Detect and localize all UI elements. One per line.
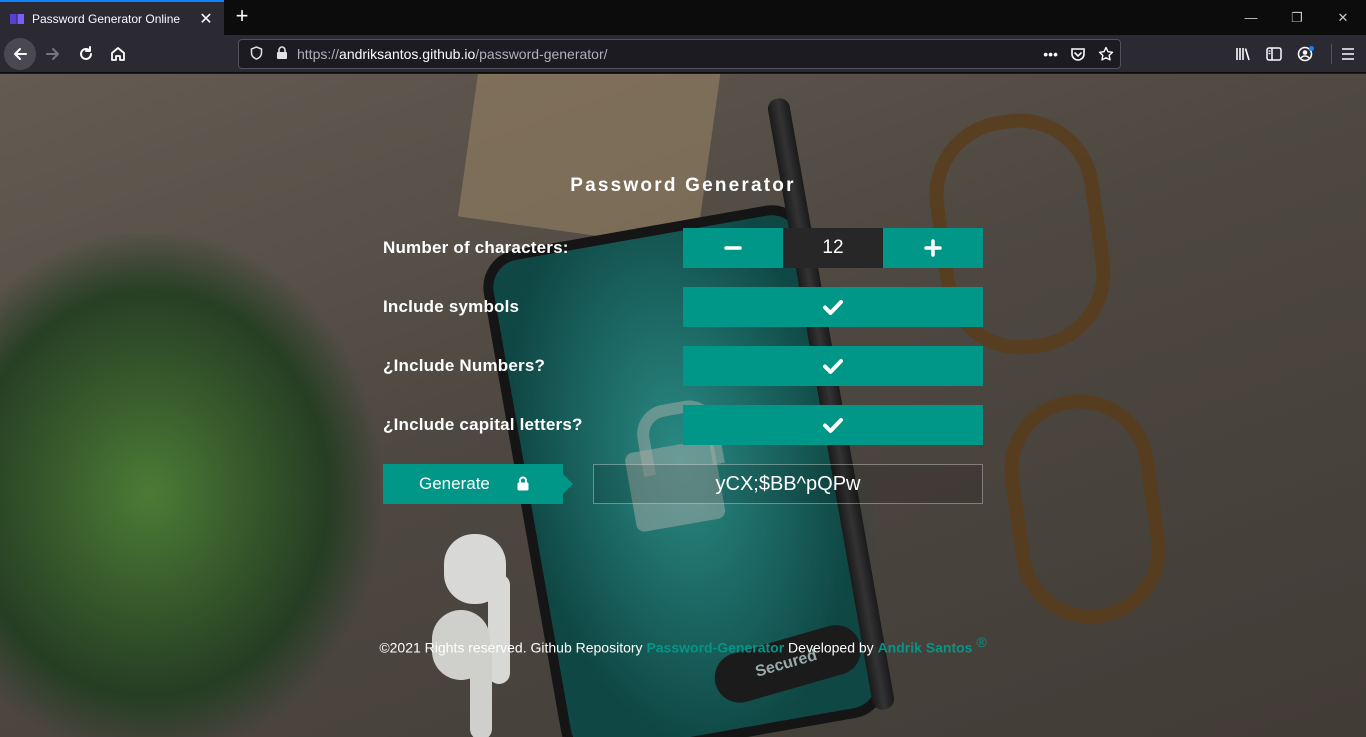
repository-link[interactable]: Password-Generator <box>646 640 784 656</box>
minus-icon <box>724 246 742 250</box>
url-host: andriksantos.github.io <box>339 46 476 62</box>
length-value: 12 <box>783 228 883 268</box>
numbers-label: ¿Include Numbers? <box>383 356 546 375</box>
generate-button[interactable]: Generate <box>383 464 573 504</box>
library-button[interactable] <box>1228 38 1258 70</box>
restore-button[interactable]: ❐ <box>1274 0 1320 35</box>
symbols-toggle[interactable] <box>683 287 983 327</box>
new-tab-button[interactable]: + <box>232 5 252 29</box>
forward-button[interactable] <box>37 38 69 70</box>
account-button[interactable] <box>1291 38 1321 70</box>
site-favicon-icon <box>10 13 24 25</box>
length-label: Number of characters: <box>383 238 569 257</box>
numbers-row: ¿Include Numbers? <box>383 346 983 386</box>
length-stepper: 12 <box>683 228 983 268</box>
bookmark-star-icon[interactable] <box>1098 46 1114 62</box>
capitals-row: ¿Include capital letters? <box>383 405 983 445</box>
toolbar-separator <box>1331 44 1332 64</box>
lock-icon <box>517 476 529 491</box>
increase-length-button[interactable] <box>883 228 983 268</box>
capitals-label: ¿Include capital letters? <box>383 415 583 434</box>
registered-mark: ® <box>976 634 987 650</box>
decrease-length-button[interactable] <box>683 228 783 268</box>
symbols-control <box>683 287 983 327</box>
check-icon <box>823 418 843 433</box>
footer-copyright: ©2021 Rights reserved. Github Repository <box>379 639 647 656</box>
footer-developed-by: Developed by <box>784 639 878 656</box>
tab-active[interactable]: Password Generator Online ✕ <box>0 0 224 35</box>
footer: ©2021 Rights reserved. Github Repository… <box>0 634 1366 656</box>
tab-close-icon[interactable]: ✕ <box>198 9 214 29</box>
phone-secured-label: Secured <box>708 619 867 709</box>
home-icon <box>111 47 125 61</box>
sidebar-icon <box>1266 47 1282 61</box>
menu-icon <box>1342 48 1354 60</box>
url-text[interactable]: https://andriksantos.github.io/password-… <box>297 46 608 62</box>
sidebar-button[interactable] <box>1259 38 1289 70</box>
url-path: /password-generator/ <box>475 46 608 62</box>
url-protocol: https:// <box>297 46 340 62</box>
minimize-icon: — <box>1244 10 1258 25</box>
back-button[interactable] <box>4 38 36 70</box>
close-window-button[interactable]: ✕ <box>1320 0 1366 35</box>
check-icon <box>823 300 843 315</box>
page-actions-icon[interactable]: ••• <box>1043 46 1058 62</box>
author-link[interactable]: Andrik Santos <box>878 640 973 656</box>
numbers-control <box>683 346 983 386</box>
pocket-icon[interactable] <box>1070 47 1086 62</box>
tab-bar: Password Generator Online ✕ + — ❐ ✕ <box>0 0 1366 35</box>
forward-arrow-icon <box>46 48 59 60</box>
password-output[interactable]: yCX;$BB^pQPw <box>593 464 983 504</box>
library-icon <box>1236 48 1250 61</box>
back-arrow-icon <box>14 48 27 60</box>
plus-icon <box>924 239 942 257</box>
symbols-row: Include symbols <box>383 287 983 327</box>
symbols-label: Include symbols <box>383 297 520 316</box>
glasses-lens-decoration <box>994 384 1176 634</box>
reload-button[interactable] <box>70 38 102 70</box>
home-button[interactable] <box>102 38 134 70</box>
length-row: Number of characters: 12 <box>383 228 983 268</box>
earbud-decoration <box>444 534 510 684</box>
account-icon <box>1297 46 1314 62</box>
page-title: Password Generator <box>570 175 796 196</box>
reload-icon <box>80 46 92 60</box>
restore-icon: ❐ <box>1291 9 1303 25</box>
minimize-button[interactable]: — <box>1228 0 1274 35</box>
close-icon: ✕ <box>1337 9 1349 25</box>
navigation-toolbar: https://andriksantos.github.io/password-… <box>0 35 1366 73</box>
capitals-control <box>683 405 983 445</box>
plant-decoration <box>0 234 380 737</box>
menu-button[interactable] <box>1333 38 1363 70</box>
capitals-toggle[interactable] <box>683 405 983 445</box>
shield-icon[interactable] <box>247 45 265 63</box>
tab-title: Password Generator Online <box>32 11 181 26</box>
check-icon <box>823 359 843 374</box>
padlock-icon[interactable] <box>273 45 291 63</box>
address-bar[interactable]: https://andriksantos.github.io/password-… <box>238 39 1121 69</box>
numbers-toggle[interactable] <box>683 346 983 386</box>
generate-label: Generate <box>419 474 490 493</box>
